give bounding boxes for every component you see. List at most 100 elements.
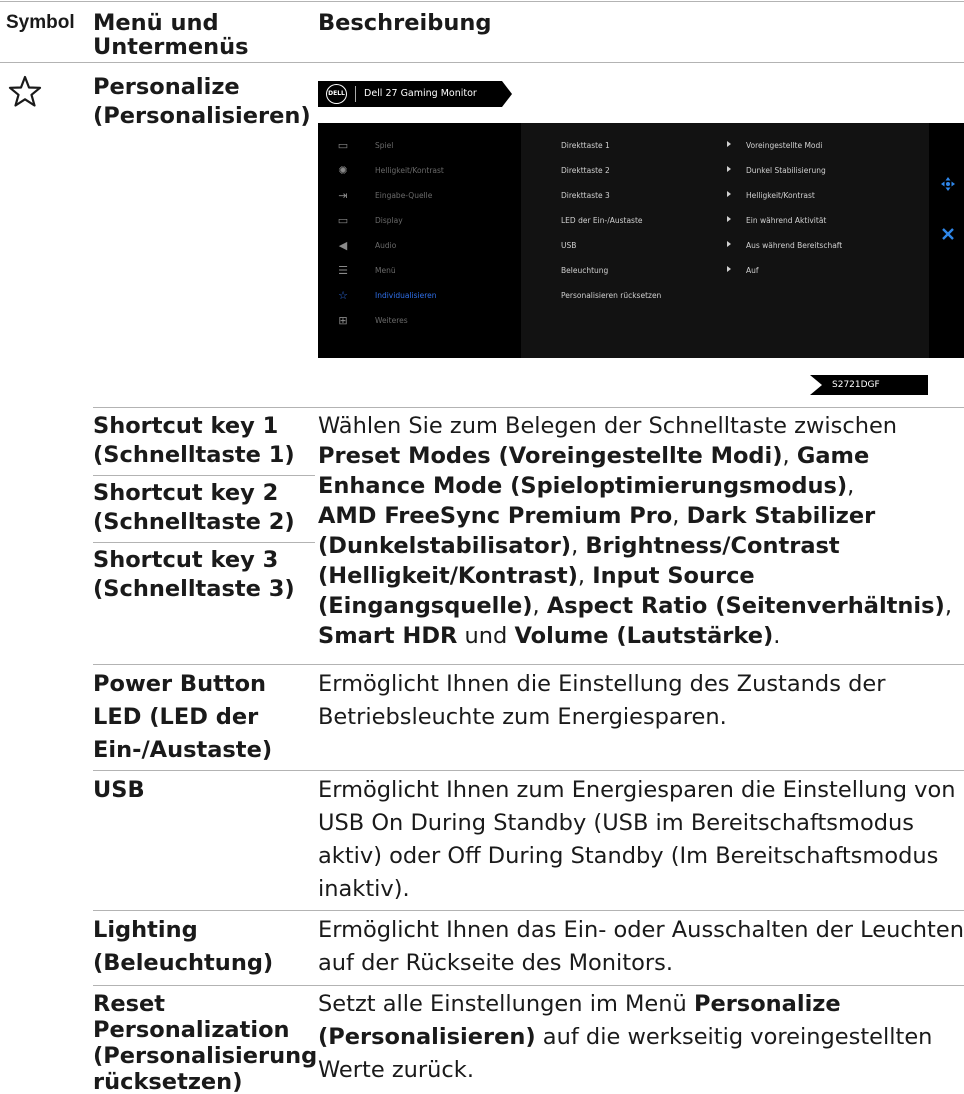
shortcut-key-1-name-de: (Schnelltaste 1) [93,442,295,468]
osd-submenu-value: Voreingestellte Modi [746,141,823,150]
osd-submenu-value: Aus während Bereitschaft [746,241,843,250]
osd-submenu-label: Direkttaste 1 [561,141,610,150]
lighting-description-line: Ermöglicht Ihnen das Ein- oder Ausschalt… [318,917,964,943]
row-rule [93,770,964,771]
usb-description-line: Ermöglicht Ihnen zum Energiesparen die E… [318,777,956,803]
dell-logo: DELL [326,84,347,104]
power-led-name-line: LED (LED der [93,704,259,730]
usb-description-line: aktiv) oder Off During Standby (Im Berei… [318,843,939,869]
submenu-arrow-icon [727,191,731,197]
osd-submenu-row-shortcut3[interactable]: Direkttaste 3 Helligkeit/Kontrast [521,186,929,206]
text-span: , [532,593,547,619]
lighting-name-line: Lighting [93,917,198,943]
osd-header-rule [318,104,338,107]
osd-model-code: S2721DGF [832,380,880,390]
shortcut-description-line: (Dunkelstabilisator), Brightness/Contras… [318,532,840,562]
osd-menu-item-others[interactable]: ⊞ Weiteres [318,311,521,331]
row-rule [93,542,315,543]
option-name: Dark Stabilizer [686,503,876,529]
menu-name: (Personalisieren) [318,1024,536,1050]
osd-nav-strip [929,123,964,358]
usb-name: USB [93,777,145,803]
osd-header: DELL Dell 27 Gaming Monitor [318,81,512,107]
osd-menu-label: Weiteres [375,316,408,325]
option-name: Game [796,443,870,469]
osd-menu-item-personalize[interactable]: ☆ Individualisieren [318,286,521,306]
power-led-name-line: Ein-/Austaste) [93,737,273,763]
usb-description-line: USB On During Standby (USB im Bereitscha… [318,810,914,836]
section-title-line1: Personalize [93,74,240,100]
osd-submenu: Direkttaste 1 Voreingestellte Modi Direk… [521,123,929,358]
osd-menu-item-menu[interactable]: ☰ Menü [318,261,521,281]
header-symbol: Symbol [6,12,75,33]
osd-menu-label: Individualisieren [375,291,437,300]
osd-menu-label: Menü [375,266,396,275]
power-led-description-line: Betriebsleuchte zum Energiesparen. [318,704,727,730]
osd-submenu-label: Beleuchtung [561,266,609,275]
option-name: Enhance Mode (Spieloptimierungsmodus) [318,473,848,499]
shortcut-description-line: (Eingangsquelle), Aspect Ratio (Seitenve… [318,592,952,622]
others-icon: ⊞ [338,314,348,327]
row-rule [93,475,315,476]
text-span: , [944,593,952,619]
osd-menu-item-game[interactable]: ▭ Spiel [318,136,521,156]
option-name: Aspect Ratio (Seitenverhältnis) [546,593,945,619]
shortcut-key-1-name: Shortcut key 1 [93,413,279,439]
text-span: , [577,563,593,589]
osd-submenu-row-lighting[interactable]: Beleuchtung Auf [521,261,929,281]
shortcut-description-line: AMD FreeSync Premium Pro, Dark Stabilize… [318,502,875,532]
header-description: Beschreibung [318,10,492,36]
osd-submenu-value: Helligkeit/Kontrast [746,191,815,200]
row-rule [93,910,964,911]
input-icon: ⇥ [338,189,348,202]
osd-header-divider [355,86,356,102]
text-span: Wählen Sie zum Belegen der Schnelltaste … [318,413,898,439]
option-name: (Helligkeit/Kontrast) [318,563,578,589]
submenu-arrow-icon [727,266,731,272]
osd-menu-item-brightness[interactable]: ✺ Helligkeit/Kontrast [318,161,521,181]
osd-menu-item-input[interactable]: ⇥ Eingabe-Quelle [318,186,521,206]
osd-submenu-row-shortcut1[interactable]: Direkttaste 1 Voreingestellte Modi [521,136,929,156]
submenu-arrow-icon [727,166,731,172]
header-bottom-rule [0,62,964,63]
navigate-icon[interactable] [941,177,955,191]
reset-name-line: rücksetzen) [93,1069,243,1094]
osd-submenu-row-power-led[interactable]: LED der Ein-/Austaste Ein während Aktivi… [521,211,929,231]
osd-model-tag: S2721DGF [810,375,928,395]
osd-submenu-row-shortcut2[interactable]: Direkttaste 2 Dunkel Stabilisierung [521,161,929,181]
star-outline-icon [8,75,42,107]
option-name: (Eingangsquelle) [318,593,533,619]
row-rule [93,407,964,408]
brightness-icon: ✺ [338,164,348,177]
lighting-description-line: auf der Rückseite des Monitors. [318,950,673,976]
reset-description-line: Werte zurück. [318,1057,474,1083]
osd-submenu-row-usb[interactable]: USB Aus während Bereitschaft [521,236,929,256]
close-icon[interactable] [941,227,955,241]
option-name: Volume (Lautstärke) [514,623,774,649]
osd-submenu-label: Direkttaste 3 [561,191,610,200]
row-rule [93,985,964,986]
star-icon: ☆ [338,289,348,302]
usb-description-line: inaktiv). [318,876,410,902]
osd-menu-item-display[interactable]: ▭ Display [318,211,521,231]
osd-submenu-label: LED der Ein-/Austaste [561,216,643,225]
text-span: auf die werkseitig voreingestellten [535,1024,933,1050]
osd-model-title: Dell 27 Gaming Monitor [364,88,477,99]
osd-submenu-label: USB [561,241,577,250]
option-name: Preset Modes (Voreingestellte Modi) [318,443,783,469]
shortcut-key-2-name-de: (Schnelltaste 2) [93,509,295,535]
option-name: Brightness/Contrast [585,533,840,559]
osd-menu-label: Display [375,216,403,225]
osd-menu-label: Helligkeit/Kontrast [375,166,444,175]
shortcut-key-3-name-de: (Schnelltaste 3) [93,576,295,602]
osd-menu-item-audio[interactable]: ◀ Audio [318,236,521,256]
table-top-rule [0,1,964,2]
row-rule [93,664,964,665]
power-led-description-line: Ermöglicht Ihnen die Einstellung des Zus… [318,671,886,697]
osd-submenu-row-reset[interactable]: Personalisieren rücksetzen [521,286,929,306]
power-led-name-line: Power Button [93,671,267,697]
shortcut-description-line: Wählen Sie zum Belegen der Schnelltaste … [318,412,897,442]
submenu-arrow-icon [727,241,731,247]
osd-screenshot: DELL Dell 27 Gaming Monitor ▭ Spiel ✺ He… [318,81,964,401]
osd-menu-label: Spiel [375,141,394,150]
